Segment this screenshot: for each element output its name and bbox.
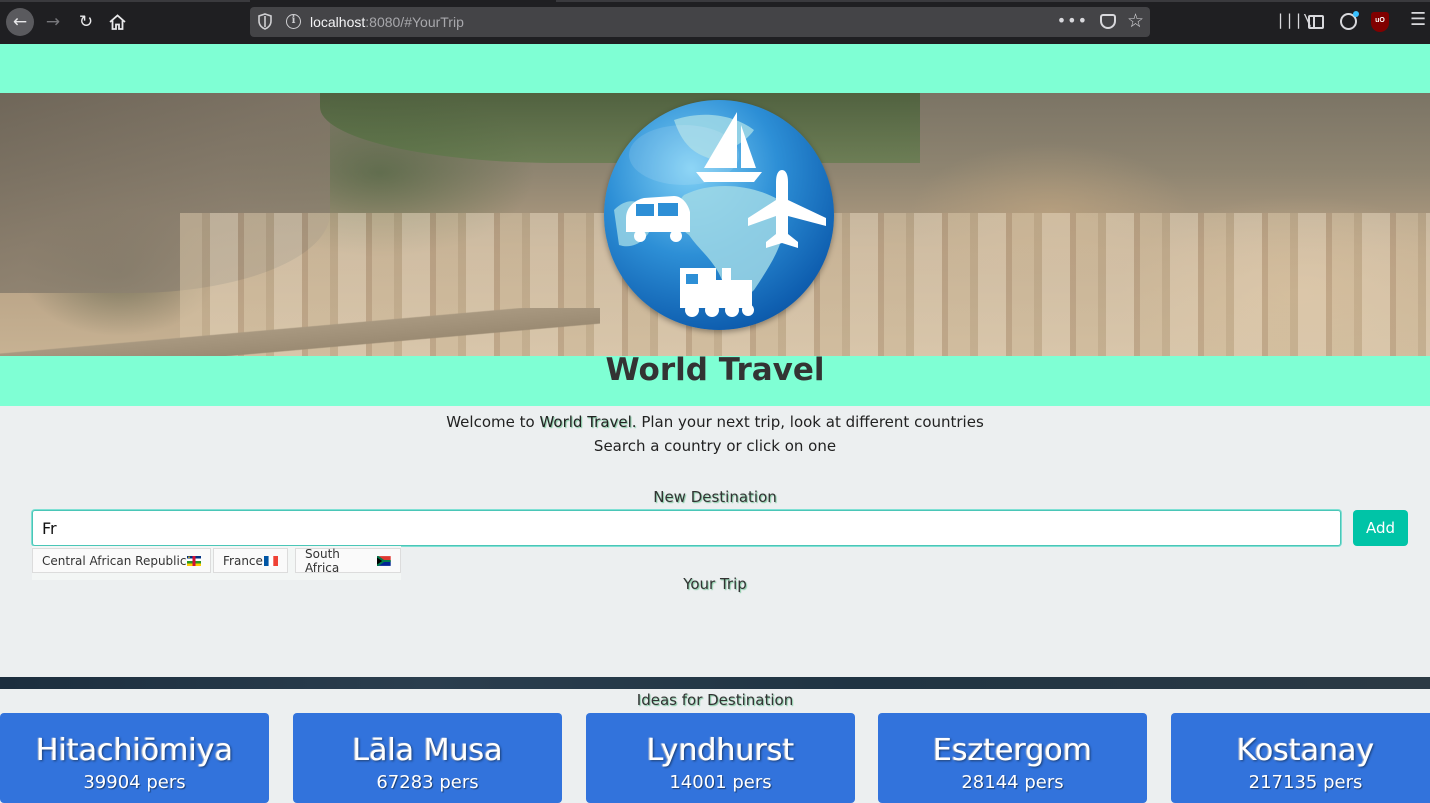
star-icon[interactable]: ☆ (1127, 10, 1144, 32)
library-icon[interactable]: |||\ (1276, 11, 1312, 29)
hero-road (0, 308, 600, 356)
arrow-right-icon: → (45, 12, 61, 32)
destination-population: 14001 pers (669, 772, 772, 793)
welcome-prefix: Welcome to (446, 413, 540, 431)
welcome-brand: World Travel. (539, 413, 637, 431)
browser-toolbar: ← → ↻ i localhost:8080/#YourTrip ••• ☆ |… (0, 0, 1430, 44)
url-text[interactable]: localhost:8080/#YourTrip (310, 14, 464, 30)
destination-population: 28144 pers (961, 772, 1064, 793)
tab-strip-edge (556, 0, 1430, 2)
sidebar-icon[interactable] (1308, 15, 1324, 29)
site-info-icon[interactable]: i (286, 14, 301, 29)
south-africa-flag (377, 555, 391, 566)
suggestion-label: Central African Republic (42, 553, 187, 568)
welcome-line-1: Welcome to World Travel. Plan your next … (0, 410, 1430, 434)
address-bar[interactable]: i localhost:8080/#YourTrip ••• ☆ (250, 7, 1150, 37)
hamburger-menu-icon[interactable]: ☰ (1410, 9, 1426, 30)
destination-card[interactable]: Hitachiōmiya 39904 pers (0, 713, 269, 803)
suggestion-france[interactable]: France (213, 548, 288, 573)
destination-name: Lāla Musa (352, 733, 503, 768)
account-notification-dot (1353, 11, 1359, 17)
globe-icon (614, 112, 826, 317)
destination-card[interactable]: Lāla Musa 67283 pers (293, 713, 562, 803)
suggestion-south-africa[interactable]: South Africa (295, 546, 401, 575)
suggestion-label: France (223, 553, 263, 568)
world-travel-logo (604, 100, 834, 330)
destination-population: 217135 pers (1248, 772, 1363, 793)
add-destination-button[interactable]: Add (1353, 510, 1408, 546)
new-destination-label: New Destination (653, 488, 777, 506)
central-african-republic-flag (187, 555, 202, 566)
destination-name: Hitachiōmiya (36, 733, 233, 768)
destination-population: 39904 pers (83, 772, 186, 793)
your-trip-label: Your Trip (683, 575, 747, 593)
welcome-suffix: Plan your next trip, look at different c… (636, 413, 984, 431)
destination-card[interactable]: Kostanay 217135 pers (1171, 713, 1430, 803)
destination-name: Kostanay (1236, 733, 1375, 768)
suggestion-label: South Africa (305, 546, 340, 575)
pocket-icon[interactable] (1100, 14, 1116, 29)
arrow-left-icon: ← (12, 12, 28, 32)
destination-search-input[interactable] (32, 510, 1341, 546)
top-navbar-stripe (0, 44, 1430, 93)
tab-strip-edge (0, 0, 250, 2)
destination-card[interactable]: Esztergom 28144 pers (878, 713, 1147, 803)
tracking-shield-icon[interactable] (258, 13, 272, 30)
ublock-icon[interactable]: uO (1371, 12, 1389, 32)
page-title: World Travel (605, 352, 825, 388)
home-icon (108, 14, 126, 30)
destination-card[interactable]: Lyndhurst 14001 pers (586, 713, 855, 803)
destination-population: 67283 pers (376, 772, 479, 793)
reload-icon: ↻ (78, 12, 94, 32)
reload-button[interactable]: ↻ (72, 8, 100, 36)
destination-name: Lyndhurst (646, 733, 795, 768)
suggestion-central-african-republic[interactable]: Central African Republic (32, 548, 212, 573)
more-actions-icon[interactable]: ••• (1057, 11, 1088, 30)
home-button[interactable] (103, 8, 131, 36)
url-host: localhost (310, 14, 366, 30)
welcome-text: Welcome to World Travel. Plan your next … (0, 410, 1430, 458)
ideas-label: Ideas for Destination (636, 691, 794, 709)
destination-name: Esztergom (933, 733, 1092, 768)
welcome-line-2: Search a country or click on one (593, 437, 837, 455)
ideas-divider-image (0, 677, 1430, 689)
france-flag (263, 555, 278, 566)
url-path: :8080/#YourTrip (365, 14, 464, 30)
back-button[interactable]: ← (6, 8, 34, 36)
forward-button[interactable]: → (39, 8, 67, 36)
